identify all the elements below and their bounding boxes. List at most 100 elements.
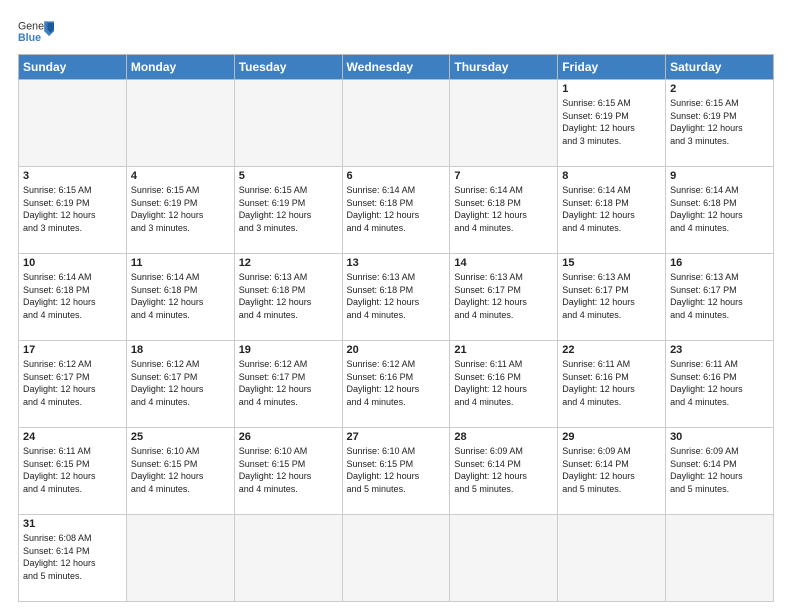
day-info: Sunrise: 6:15 AM Sunset: 6:19 PM Dayligh…	[239, 184, 338, 234]
week-row-5: 24 Sunrise: 6:11 AM Sunset: 6:15 PM Dayli…	[19, 428, 774, 515]
day-info: Sunrise: 6:14 AM Sunset: 6:18 PM Dayligh…	[562, 184, 661, 234]
calendar-cell: 20 Sunrise: 6:12 AM Sunset: 6:16 PM Dayli…	[342, 341, 450, 428]
calendar-cell: 28Sunrise: 6:09 AM Sunset: 6:14 PM Dayli…	[450, 428, 558, 515]
day-number: 19	[239, 344, 338, 356]
day-info: Sunrise: 6:14 AM Sunset: 6:18 PM Dayligh…	[23, 271, 122, 321]
calendar-cell: 14Sunrise: 6:13 AM Sunset: 6:17 PM Dayli…	[450, 254, 558, 341]
day-info: Sunrise: 6:12 AM Sunset: 6:17 PM Dayligh…	[131, 358, 230, 408]
calendar-cell	[342, 515, 450, 602]
day-number: 5	[239, 170, 338, 182]
day-info: Sunrise: 6:14 AM Sunset: 6:18 PM Dayligh…	[347, 184, 446, 234]
calendar-cell: 19 Sunrise: 6:12 AM Sunset: 6:17 PM Dayli…	[234, 341, 342, 428]
day-info: Sunrise: 6:10 AM Sunset: 6:15 PM Dayligh…	[131, 445, 230, 495]
calendar-cell: 22Sunrise: 6:11 AM Sunset: 6:16 PM Dayli…	[558, 341, 666, 428]
day-number: 20	[347, 344, 446, 356]
calendar-cell: 5 Sunrise: 6:15 AM Sunset: 6:19 PM Daylig…	[234, 167, 342, 254]
day-info: Sunrise: 6:15 AM Sunset: 6:19 PM Dayligh…	[23, 184, 122, 234]
calendar-cell: 15 Sunrise: 6:13 AM Sunset: 6:17 PM Dayli…	[558, 254, 666, 341]
day-number: 1	[562, 83, 661, 95]
calendar-cell: 31Sunrise: 6:08 AM Sunset: 6:14 PM Dayli…	[19, 515, 127, 602]
weekday-wednesday: Wednesday	[342, 55, 450, 80]
day-info: Sunrise: 6:15 AM Sunset: 6:19 PM Dayligh…	[670, 97, 769, 147]
day-number: 6	[347, 170, 446, 182]
calendar-cell: 9 Sunrise: 6:14 AM Sunset: 6:18 PM Daylig…	[666, 167, 774, 254]
calendar-cell: 1 Sunrise: 6:15 AM Sunset: 6:19 PM Daylig…	[558, 80, 666, 167]
weekday-monday: Monday	[126, 55, 234, 80]
day-info: Sunrise: 6:11 AM Sunset: 6:16 PM Dayligh…	[670, 358, 769, 408]
calendar-cell: 17 Sunrise: 6:12 AM Sunset: 6:17 PM Dayli…	[19, 341, 127, 428]
calendar-cell: 24 Sunrise: 6:11 AM Sunset: 6:15 PM Dayli…	[19, 428, 127, 515]
calendar-cell: 2Sunrise: 6:15 AM Sunset: 6:19 PM Daylig…	[666, 80, 774, 167]
day-number: 26	[239, 431, 338, 443]
calendar-cell	[558, 515, 666, 602]
day-info: Sunrise: 6:12 AM Sunset: 6:17 PM Dayligh…	[23, 358, 122, 408]
calendar-cell: 3 Sunrise: 6:15 AM Sunset: 6:19 PM Daylig…	[19, 167, 127, 254]
calendar-cell: 26 Sunrise: 6:10 AM Sunset: 6:15 PM Dayli…	[234, 428, 342, 515]
calendar-cell: 8 Sunrise: 6:14 AM Sunset: 6:18 PM Daylig…	[558, 167, 666, 254]
day-number: 28	[454, 431, 553, 443]
calendar: SundayMondayTuesdayWednesdayThursdayFrid…	[18, 54, 774, 602]
weekday-header-row: SundayMondayTuesdayWednesdayThursdayFrid…	[19, 55, 774, 80]
generalblue-logo-icon: General Blue	[18, 18, 54, 46]
day-number: 21	[454, 344, 553, 356]
day-info: Sunrise: 6:09 AM Sunset: 6:14 PM Dayligh…	[562, 445, 661, 495]
calendar-cell	[234, 80, 342, 167]
day-number: 27	[347, 431, 446, 443]
calendar-cell	[450, 80, 558, 167]
day-number: 3	[23, 170, 122, 182]
calendar-cell: 16 Sunrise: 6:13 AM Sunset: 6:17 PM Dayli…	[666, 254, 774, 341]
day-info: Sunrise: 6:14 AM Sunset: 6:18 PM Dayligh…	[131, 271, 230, 321]
day-info: Sunrise: 6:15 AM Sunset: 6:19 PM Dayligh…	[131, 184, 230, 234]
calendar-cell: 18Sunrise: 6:12 AM Sunset: 6:17 PM Dayli…	[126, 341, 234, 428]
logo: General Blue	[18, 18, 54, 46]
calendar-cell: 21 Sunrise: 6:11 AM Sunset: 6:16 PM Dayli…	[450, 341, 558, 428]
day-info: Sunrise: 6:10 AM Sunset: 6:15 PM Dayligh…	[347, 445, 446, 495]
day-info: Sunrise: 6:15 AM Sunset: 6:19 PM Dayligh…	[562, 97, 661, 147]
day-info: Sunrise: 6:14 AM Sunset: 6:18 PM Dayligh…	[454, 184, 553, 234]
day-info: Sunrise: 6:11 AM Sunset: 6:15 PM Dayligh…	[23, 445, 122, 495]
day-number: 13	[347, 257, 446, 269]
day-info: Sunrise: 6:12 AM Sunset: 6:16 PM Dayligh…	[347, 358, 446, 408]
calendar-cell: 4Sunrise: 6:15 AM Sunset: 6:19 PM Daylig…	[126, 167, 234, 254]
header: General Blue	[18, 18, 774, 46]
day-number: 31	[23, 518, 122, 530]
week-row-4: 17 Sunrise: 6:12 AM Sunset: 6:17 PM Dayli…	[19, 341, 774, 428]
day-info: Sunrise: 6:10 AM Sunset: 6:15 PM Dayligh…	[239, 445, 338, 495]
day-number: 17	[23, 344, 122, 356]
day-info: Sunrise: 6:14 AM Sunset: 6:18 PM Dayligh…	[670, 184, 769, 234]
day-info: Sunrise: 6:12 AM Sunset: 6:17 PM Dayligh…	[239, 358, 338, 408]
day-info: Sunrise: 6:11 AM Sunset: 6:16 PM Dayligh…	[454, 358, 553, 408]
calendar-cell	[666, 515, 774, 602]
day-number: 22	[562, 344, 661, 356]
calendar-cell: 13Sunrise: 6:13 AM Sunset: 6:18 PM Dayli…	[342, 254, 450, 341]
day-number: 15	[562, 257, 661, 269]
calendar-cell: 29Sunrise: 6:09 AM Sunset: 6:14 PM Dayli…	[558, 428, 666, 515]
day-number: 11	[131, 257, 230, 269]
day-number: 30	[670, 431, 769, 443]
week-row-2: 3 Sunrise: 6:15 AM Sunset: 6:19 PM Daylig…	[19, 167, 774, 254]
day-number: 9	[670, 170, 769, 182]
weekday-sunday: Sunday	[19, 55, 127, 80]
weekday-saturday: Saturday	[666, 55, 774, 80]
day-number: 24	[23, 431, 122, 443]
calendar-cell	[19, 80, 127, 167]
calendar-cell	[234, 515, 342, 602]
calendar-cell: 25 Sunrise: 6:10 AM Sunset: 6:15 PM Dayli…	[126, 428, 234, 515]
weekday-thursday: Thursday	[450, 55, 558, 80]
day-number: 25	[131, 431, 230, 443]
day-number: 16	[670, 257, 769, 269]
day-number: 8	[562, 170, 661, 182]
week-row-3: 10Sunrise: 6:14 AM Sunset: 6:18 PM Dayli…	[19, 254, 774, 341]
week-row-6: 31Sunrise: 6:08 AM Sunset: 6:14 PM Dayli…	[19, 515, 774, 602]
calendar-cell: 7 Sunrise: 6:14 AM Sunset: 6:18 PM Daylig…	[450, 167, 558, 254]
day-number: 23	[670, 344, 769, 356]
day-number: 14	[454, 257, 553, 269]
calendar-cell: 11 Sunrise: 6:14 AM Sunset: 6:18 PM Dayli…	[126, 254, 234, 341]
calendar-cell	[126, 515, 234, 602]
day-number: 7	[454, 170, 553, 182]
day-info: Sunrise: 6:13 AM Sunset: 6:17 PM Dayligh…	[670, 271, 769, 321]
calendar-cell	[126, 80, 234, 167]
calendar-cell: 6 Sunrise: 6:14 AM Sunset: 6:18 PM Daylig…	[342, 167, 450, 254]
day-info: Sunrise: 6:13 AM Sunset: 6:18 PM Dayligh…	[239, 271, 338, 321]
day-info: Sunrise: 6:13 AM Sunset: 6:17 PM Dayligh…	[562, 271, 661, 321]
